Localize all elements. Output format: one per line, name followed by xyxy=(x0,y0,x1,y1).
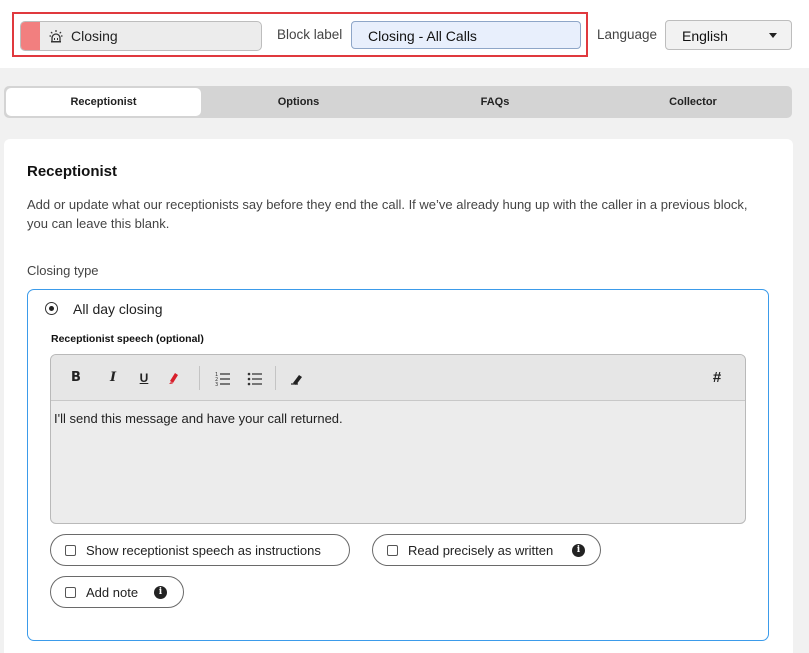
show-as-instructions-toggle[interactable]: Show receptionist speech as instructions xyxy=(50,534,350,566)
speech-editor: B I U 1 2 3 # I'll send this message and… xyxy=(50,354,746,524)
bold-button[interactable]: B xyxy=(69,369,83,387)
ordered-list-icon[interactable]: 1 2 3 xyxy=(215,369,231,387)
tab-bar: Receptionist Options FAQs Collector xyxy=(4,86,792,118)
section-title: Receptionist xyxy=(27,163,118,180)
speech-text-area[interactable]: I'll send this message and have your cal… xyxy=(51,411,343,426)
add-note-toggle[interactable]: Add note i xyxy=(50,576,184,608)
read-precisely-toggle[interactable]: Read precisely as written i xyxy=(372,534,601,566)
caret-down-icon xyxy=(769,33,777,38)
toolbar-divider xyxy=(275,366,276,390)
read-precisely-checkbox[interactable] xyxy=(387,545,398,556)
alarm-bell-icon xyxy=(49,30,63,43)
block-label-caption: Block label xyxy=(277,27,343,42)
all-day-closing-radio[interactable] xyxy=(45,302,58,315)
toolbar-divider xyxy=(199,366,200,390)
receptionist-speech-label: Receptionist speech (optional) xyxy=(51,333,204,345)
editor-toolbar: B I U 1 2 3 # xyxy=(51,355,745,401)
highlighter-icon[interactable] xyxy=(167,369,181,387)
block-color-stripe xyxy=(21,22,40,50)
tab-receptionist[interactable]: Receptionist xyxy=(6,88,201,116)
info-icon[interactable]: i xyxy=(572,544,585,557)
underline-button[interactable]: U xyxy=(137,369,151,387)
eraser-icon[interactable] xyxy=(289,369,303,387)
variable-hashtag-button[interactable]: # xyxy=(709,369,725,387)
section-description: Add or update what our receptionists say… xyxy=(27,197,748,231)
tab-faqs[interactable]: FAQs xyxy=(396,86,594,118)
add-note-checkbox[interactable] xyxy=(65,587,76,598)
bullet-list-icon[interactable] xyxy=(247,369,263,387)
block-name: Closing xyxy=(71,28,118,44)
language-selected-value: English xyxy=(682,28,728,44)
language-select[interactable]: English xyxy=(665,20,792,50)
tab-options[interactable]: Options xyxy=(201,86,396,118)
show-as-instructions-label: Show receptionist speech as instructions xyxy=(86,543,321,558)
svg-text:3: 3 xyxy=(215,382,218,387)
italic-button[interactable]: I xyxy=(107,369,119,387)
read-precisely-label: Read precisely as written xyxy=(408,543,554,558)
show-as-instructions-checkbox[interactable] xyxy=(65,545,76,556)
closing-type-label: Closing type xyxy=(27,263,99,278)
block-label-input[interactable]: Closing - All Calls xyxy=(351,21,581,49)
block-type-chip[interactable]: Closing xyxy=(20,21,262,51)
info-icon[interactable]: i xyxy=(154,586,167,599)
tab-collector[interactable]: Collector xyxy=(594,86,792,118)
all-day-closing-label[interactable]: All day closing xyxy=(73,301,163,317)
add-note-label: Add note xyxy=(86,585,139,600)
language-caption: Language xyxy=(597,27,658,42)
